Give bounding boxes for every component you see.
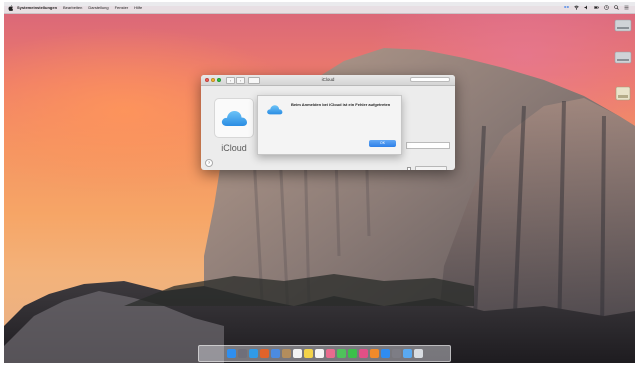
contacts-icon[interactable]	[281, 349, 291, 358]
help-button[interactable]: ?	[205, 159, 213, 167]
safari-icon[interactable]	[248, 349, 258, 358]
messages-icon[interactable]	[336, 349, 346, 358]
trash-icon[interactable]	[413, 349, 423, 358]
sign-in-button[interactable]	[415, 166, 447, 170]
dropbox-icon[interactable]	[564, 5, 569, 10]
desktop-drive-1[interactable]	[608, 18, 638, 34]
spotlight-icon[interactable]	[614, 5, 619, 10]
status-area	[564, 5, 629, 10]
itunes-icon[interactable]	[358, 349, 368, 358]
disk-image-icon	[614, 86, 632, 101]
desktop-disk-image[interactable]	[608, 86, 638, 102]
back-button[interactable]: ‹	[226, 76, 235, 84]
icloud-cloud-icon	[221, 111, 247, 126]
desktop-wallpaper	[4, 6, 635, 363]
show-all-button[interactable]	[248, 76, 260, 84]
clock-icon[interactable]	[604, 5, 609, 10]
icloud-preferences-window: ‹ › iCloud iCloud ? Beim Anmelden bei iC…	[201, 75, 455, 170]
volume-icon[interactable]	[584, 5, 589, 10]
firefox-icon[interactable]	[259, 349, 269, 358]
window-content: iCloud ? Beim Anmelden bei iCloud ist ei…	[201, 86, 455, 170]
window-controls	[205, 78, 221, 82]
keep-signed-in-checkbox[interactable]	[407, 167, 411, 170]
wifi-icon[interactable]	[574, 5, 579, 10]
icloud-label: iCloud	[221, 143, 247, 153]
password-field[interactable]	[406, 142, 450, 149]
system-preferences-icon[interactable]	[391, 349, 401, 358]
ok-button[interactable]: OK	[369, 140, 396, 147]
menu-darstellung[interactable]: Darstellung	[88, 5, 108, 10]
reminders-icon[interactable]	[314, 349, 324, 358]
minimize-button[interactable]	[211, 78, 215, 82]
chevron-right-icon: ›	[239, 77, 242, 83]
notification-center-icon[interactable]	[624, 5, 629, 10]
alert-title: Beim Anmelden bei iCloud ist ein Fehler …	[291, 102, 391, 107]
search-input[interactable]	[410, 77, 450, 82]
menu-hilfe[interactable]: Hilfe	[134, 5, 142, 10]
finder-icon[interactable]	[226, 349, 236, 358]
menu-fenster[interactable]: Fenster	[115, 5, 129, 10]
mail-icon[interactable]	[270, 349, 280, 358]
downloads-folder-icon[interactable]	[402, 349, 412, 358]
desktop-drive-2[interactable]	[608, 50, 638, 66]
icloud-logo	[214, 98, 254, 138]
window-titlebar: ‹ › iCloud	[201, 75, 455, 86]
hard-drive-icon	[614, 50, 632, 65]
calendar-icon[interactable]	[292, 349, 302, 358]
facetime-icon[interactable]	[347, 349, 357, 358]
error-alert-sheet: Beim Anmelden bei iCloud ist ein Fehler …	[257, 95, 402, 155]
wallpaper-mountain	[4, 48, 635, 363]
photos-icon[interactable]	[325, 349, 335, 358]
apple-menu-icon[interactable]	[8, 4, 13, 11]
icloud-icon	[266, 103, 283, 116]
dock	[198, 345, 451, 362]
notes-icon[interactable]	[303, 349, 313, 358]
chevron-left-icon: ‹	[229, 77, 232, 83]
battery-icon[interactable]	[594, 5, 599, 10]
menu-app-name[interactable]: Systemeinstellungen	[17, 5, 57, 10]
icloud-info-panel: iCloud	[214, 98, 254, 153]
app-store-icon[interactable]	[380, 349, 390, 358]
ibooks-icon[interactable]	[369, 349, 379, 358]
zoom-button[interactable]	[217, 78, 221, 82]
forward-button[interactable]: ›	[236, 76, 245, 84]
hard-drive-icon	[614, 18, 632, 33]
launchpad-icon[interactable]	[237, 349, 247, 358]
menu-bar: Systemeinstellungen Bearbeiten Darstellu…	[4, 2, 635, 14]
menu-bearbeiten[interactable]: Bearbeiten	[63, 5, 82, 10]
close-button[interactable]	[205, 78, 209, 82]
